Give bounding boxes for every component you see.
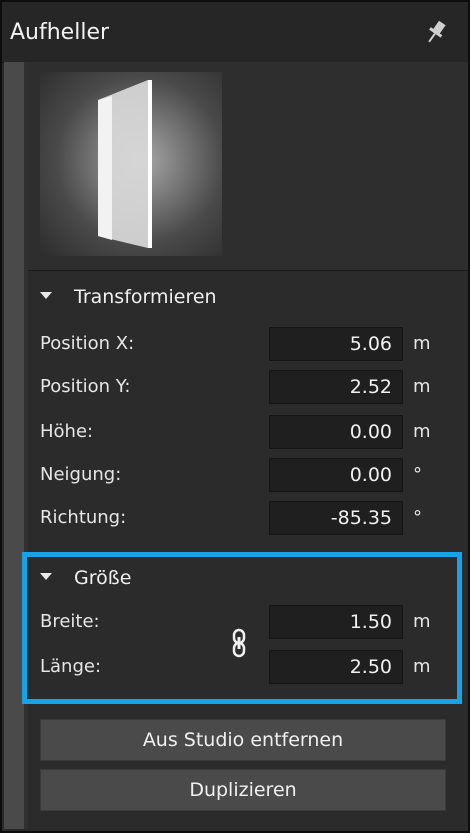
side-strip bbox=[4, 62, 24, 829]
duplicate-button[interactable]: Duplizieren bbox=[40, 769, 446, 811]
row-hoehe: Höhe: 0.00 m bbox=[40, 415, 460, 451]
section-size-label: Größe bbox=[74, 567, 132, 589]
panel-title: Aufheller bbox=[10, 20, 110, 45]
pin-icon[interactable] bbox=[422, 18, 450, 46]
section-size-header[interactable]: Größe bbox=[28, 567, 131, 589]
unit-richtung: ° bbox=[413, 507, 422, 528]
unit-hoehe: m bbox=[413, 421, 431, 442]
row-richtung: Richtung: -85.35 ° bbox=[40, 501, 460, 537]
label-hoehe: Höhe: bbox=[40, 421, 94, 442]
row-breite: Breite: 1.50 m bbox=[40, 605, 460, 641]
position-y-field[interactable]: 2.52 bbox=[269, 370, 403, 404]
label-position-y: Position Y: bbox=[40, 376, 131, 397]
row-neigung: Neigung: 0.00 ° bbox=[40, 458, 460, 494]
light-preview-thumbnail bbox=[40, 72, 222, 256]
section-transform-header[interactable]: Transformieren bbox=[28, 286, 217, 308]
laenge-field[interactable]: 2.50 bbox=[269, 650, 403, 684]
label-breite: Breite: bbox=[40, 611, 100, 632]
unit-position-y: m bbox=[413, 376, 431, 397]
chain-link-icon[interactable] bbox=[231, 628, 247, 658]
remove-from-studio-button[interactable]: Aus Studio entfernen bbox=[40, 719, 446, 761]
label-position-x: Position X: bbox=[40, 333, 135, 354]
richtung-field[interactable]: -85.35 bbox=[269, 501, 403, 535]
triangle-down-icon[interactable] bbox=[40, 292, 52, 299]
unit-position-x: m bbox=[413, 333, 431, 354]
row-laenge: Länge: 2.50 m bbox=[40, 650, 460, 686]
label-laenge: Länge: bbox=[40, 656, 102, 677]
hoehe-field[interactable]: 0.00 bbox=[269, 415, 403, 449]
panel-titlebar: Aufheller bbox=[2, 2, 468, 63]
row-position-x: Position X: 5.06 m bbox=[40, 327, 460, 363]
unit-neigung: ° bbox=[413, 464, 422, 485]
position-x-field[interactable]: 5.06 bbox=[269, 327, 403, 361]
triangle-down-icon[interactable] bbox=[40, 573, 52, 580]
section-transform-label: Transformieren bbox=[74, 286, 217, 308]
label-richtung: Richtung: bbox=[40, 507, 127, 528]
label-neigung: Neigung: bbox=[40, 464, 122, 485]
row-position-y: Position Y: 2.52 m bbox=[40, 370, 460, 406]
neigung-field[interactable]: 0.00 bbox=[269, 458, 403, 492]
light-panel-illustration bbox=[98, 80, 152, 248]
unit-laenge: m bbox=[413, 656, 431, 677]
unit-breite: m bbox=[413, 611, 431, 632]
breite-field[interactable]: 1.50 bbox=[269, 605, 403, 639]
